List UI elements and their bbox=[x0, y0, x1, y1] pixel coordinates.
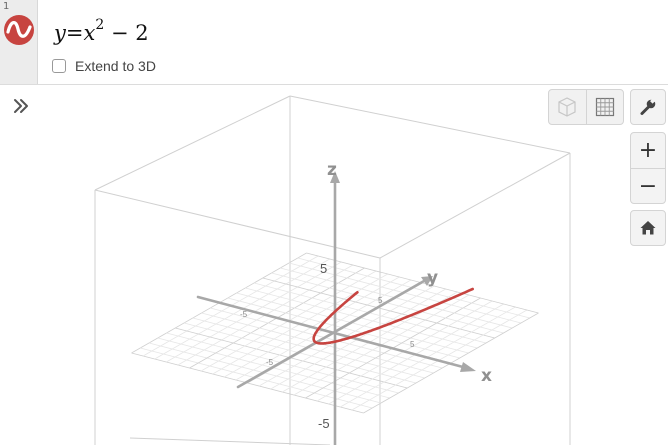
formula-equals: = bbox=[65, 21, 84, 45]
expression-formula[interactable]: y=x2 − 2 bbox=[54, 17, 149, 45]
formula-lhs: y bbox=[54, 21, 66, 45]
graph-viewport[interactable]: z y x 5 -5 5 -5 5 -5 + − bbox=[0, 86, 668, 445]
toggle-grid-button[interactable] bbox=[585, 90, 624, 124]
z-axis-label: z bbox=[327, 160, 337, 180]
grid-icon bbox=[595, 97, 614, 117]
x-tick-negative: -5 bbox=[240, 310, 248, 319]
expression-row[interactable]: 1 y=x2 − 2 Extend to 3D bbox=[0, 0, 668, 85]
y-tick-negative: -5 bbox=[266, 358, 274, 367]
graph-settings-button[interactable] bbox=[630, 89, 666, 125]
z-tick-negative: -5 bbox=[318, 416, 330, 431]
y-axis-label: y bbox=[427, 268, 438, 288]
expression-color-icon[interactable] bbox=[3, 14, 35, 46]
extend-3d-label: Extend to 3D bbox=[75, 58, 156, 74]
formula-exponent: 2 bbox=[95, 17, 105, 33]
toggle-bounding-box-button[interactable] bbox=[549, 90, 586, 124]
cube-outline-icon bbox=[558, 97, 576, 117]
extend-3d-option[interactable]: Extend to 3D bbox=[52, 58, 156, 74]
formula-base: x bbox=[83, 21, 96, 45]
x-tick-positive: 5 bbox=[410, 340, 415, 349]
zoom-out-button[interactable]: − bbox=[631, 168, 665, 204]
default-viewport-button[interactable] bbox=[630, 210, 666, 246]
view-toggle-group[interactable] bbox=[548, 89, 624, 125]
wrench-icon bbox=[640, 98, 656, 115]
z-tick-positive: 5 bbox=[320, 261, 327, 276]
home-icon bbox=[640, 221, 656, 235]
expand-expression-list-button[interactable] bbox=[8, 93, 34, 119]
y-tick-positive: 5 bbox=[378, 296, 383, 305]
bounding-box-lower bbox=[129, 437, 331, 445]
expression-gutter: 1 bbox=[0, 0, 38, 84]
x-axis-label: x bbox=[481, 366, 492, 386]
double-chevron-right-icon bbox=[14, 99, 28, 113]
x-axis-arrow bbox=[460, 362, 476, 372]
extend-3d-checkbox[interactable] bbox=[52, 59, 66, 73]
formula-rest: − 2 bbox=[110, 21, 149, 45]
x-axis-line bbox=[196, 295, 465, 369]
graph-canvas[interactable]: z y x 5 -5 5 -5 5 -5 bbox=[0, 86, 668, 445]
zoom-in-button[interactable]: + bbox=[631, 133, 665, 168]
expression-index: 1 bbox=[3, 1, 10, 12]
zoom-controls[interactable]: + − bbox=[630, 132, 666, 204]
